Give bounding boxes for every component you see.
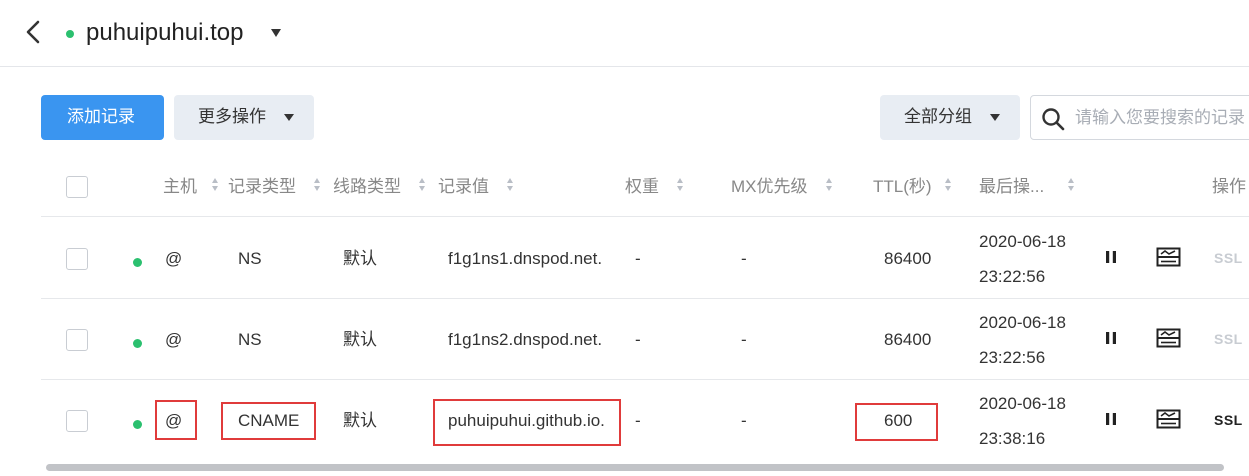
cell-ttl[interactable]: 600 [884,409,912,433]
sort-icon[interactable] [826,177,833,193]
add-record-button[interactable]: 添加记录 [41,95,164,140]
group-filter-label: 全部分组 [904,107,972,126]
cell-record-type[interactable]: NS [238,328,262,352]
column-header-line-type[interactable]: 线路类型 [333,175,401,199]
more-actions-button[interactable]: 更多操作 [174,95,314,140]
cell-ttl[interactable]: 86400 [884,328,931,352]
cell-mx-priority[interactable]: - [741,409,747,433]
search-icon [1042,108,1065,131]
records-panel: 添加记录 更多操作 全部分组 主机 记录类型 线路类型 记录值 权重 MX优先级… [0,67,1249,476]
sort-icon[interactable] [945,177,952,193]
cell-line-type[interactable]: 默认 [343,328,377,352]
cell-record-value[interactable]: f1g1ns1.dnspod.net. [448,247,602,271]
sort-icon[interactable] [677,177,684,193]
cell-last-op-date: 2020-06-18 [979,232,1066,251]
cell-weight[interactable]: - [635,409,641,433]
ssl-button[interactable]: SSL [1214,250,1243,266]
remark-icon[interactable] [1156,247,1181,268]
cell-record-value[interactable]: puhuipuhui.github.io. [448,409,605,433]
ssl-button[interactable]: SSL [1214,412,1243,428]
search-input[interactable] [1075,104,1249,132]
column-header-actions: 操作 [1212,177,1246,196]
sort-icon[interactable] [212,177,219,193]
cell-weight[interactable]: - [635,328,641,352]
search-box[interactable] [1030,95,1249,140]
select-all-checkbox[interactable] [66,176,88,198]
row-checkbox[interactable] [66,410,88,432]
cell-weight[interactable]: - [635,247,641,271]
column-header-last-operation[interactable]: 最后操... [979,175,1044,199]
more-actions-label: 更多操作 [198,107,266,126]
row-checkbox[interactable] [66,329,88,351]
sort-icon[interactable] [314,177,321,193]
cell-last-op-time: 23:22:56 [979,348,1046,367]
cell-host[interactable]: @ [165,328,182,352]
top-bar: puhuipuhui.top [0,0,1249,67]
sort-icon[interactable] [507,177,514,193]
chevron-left-icon[interactable] [20,18,46,46]
domain-dropdown-caret-icon[interactable] [271,29,281,37]
cell-record-type[interactable]: NS [238,247,262,271]
cell-record-value[interactable]: f1g1ns2.dnspod.net. [448,328,602,352]
row-checkbox[interactable] [66,248,88,270]
row-divider [41,298,1249,299]
horizontal-scrollbar[interactable] [46,464,1224,471]
cell-last-op-date: 2020-06-18 [979,394,1066,413]
record-status-dot [133,420,142,429]
record-status-dot [133,258,142,267]
column-header-weight[interactable]: 权重 [625,175,659,199]
group-filter-dropdown[interactable]: 全部分组 [880,95,1020,140]
sort-icon[interactable] [1068,177,1075,193]
cell-last-op-time: 23:38:16 [979,429,1046,448]
sort-icon[interactable] [419,177,426,193]
chevron-down-icon [284,114,294,121]
header-divider [41,216,1249,217]
remark-icon[interactable] [1156,409,1181,430]
column-header-host[interactable]: 主机 [163,175,197,199]
pause-icon[interactable] [1104,250,1118,264]
domain-name[interactable]: puhuipuhui.top [86,19,243,47]
cell-record-type[interactable]: CNAME [238,409,299,433]
domain-status-dot [66,30,74,38]
cell-line-type[interactable]: 默认 [343,247,377,271]
cell-line-type[interactable]: 默认 [343,409,377,433]
column-header-mx-priority[interactable]: MX优先级 [731,175,808,199]
cell-last-op-time: 23:22:56 [979,267,1046,286]
row-divider [41,379,1249,380]
pause-icon[interactable] [1104,412,1118,426]
cell-ttl[interactable]: 86400 [884,247,931,271]
column-header-record-type[interactable]: 记录类型 [228,175,296,199]
record-status-dot [133,339,142,348]
cell-host[interactable]: @ [165,247,182,271]
column-header-ttl[interactable]: TTL(秒) [873,175,932,199]
cell-mx-priority[interactable]: - [741,328,747,352]
pause-icon[interactable] [1104,331,1118,345]
chevron-down-icon [990,114,1000,121]
cell-mx-priority[interactable]: - [741,247,747,271]
column-header-record-value[interactable]: 记录值 [438,175,489,199]
cell-last-op-date: 2020-06-18 [979,313,1066,332]
ssl-button[interactable]: SSL [1214,331,1243,347]
remark-icon[interactable] [1156,328,1181,349]
cell-host[interactable]: @ [165,409,182,433]
